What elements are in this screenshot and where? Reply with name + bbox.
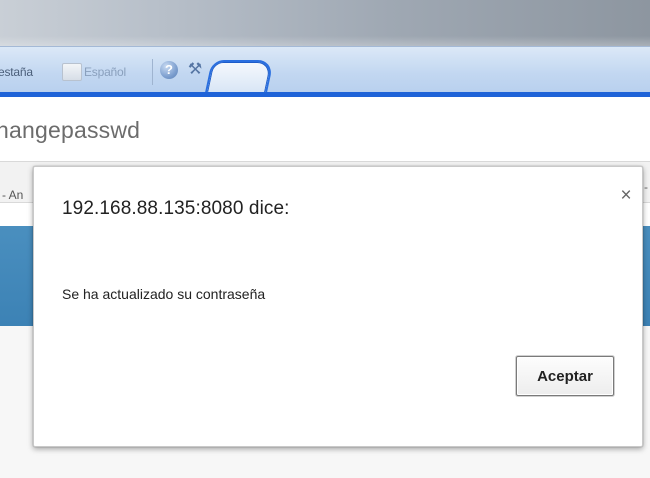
page-right-fragment: -: [644, 180, 648, 194]
toolbar-separator: [152, 59, 153, 85]
tab-menu-item[interactable]: estaña: [0, 61, 33, 83]
dialog-title: 192.168.88.135:8080 dice:: [62, 198, 290, 219]
alert-dialog: 192.168.88.135:8080 dice: × Se ha actual…: [33, 166, 643, 447]
window-title-area: [0, 0, 650, 46]
language-menu-item[interactable]: Español: [84, 61, 126, 83]
address-text[interactable]: hangepasswd: [0, 117, 140, 144]
accept-button[interactable]: Aceptar: [516, 356, 614, 396]
page-nav-fragment: - An: [2, 188, 24, 202]
language-icon: [62, 63, 82, 81]
dialog-message: Se ha actualizado su contraseña: [62, 286, 266, 302]
address-bar[interactable]: hangepasswd: [0, 97, 650, 162]
browser-toolbar: estaña Español ? ⚒: [0, 46, 650, 96]
close-icon[interactable]: ×: [617, 186, 635, 205]
help-icon[interactable]: ?: [160, 61, 178, 79]
tools-icon[interactable]: ⚒: [184, 59, 206, 81]
new-tab-button[interactable]: [206, 62, 272, 95]
